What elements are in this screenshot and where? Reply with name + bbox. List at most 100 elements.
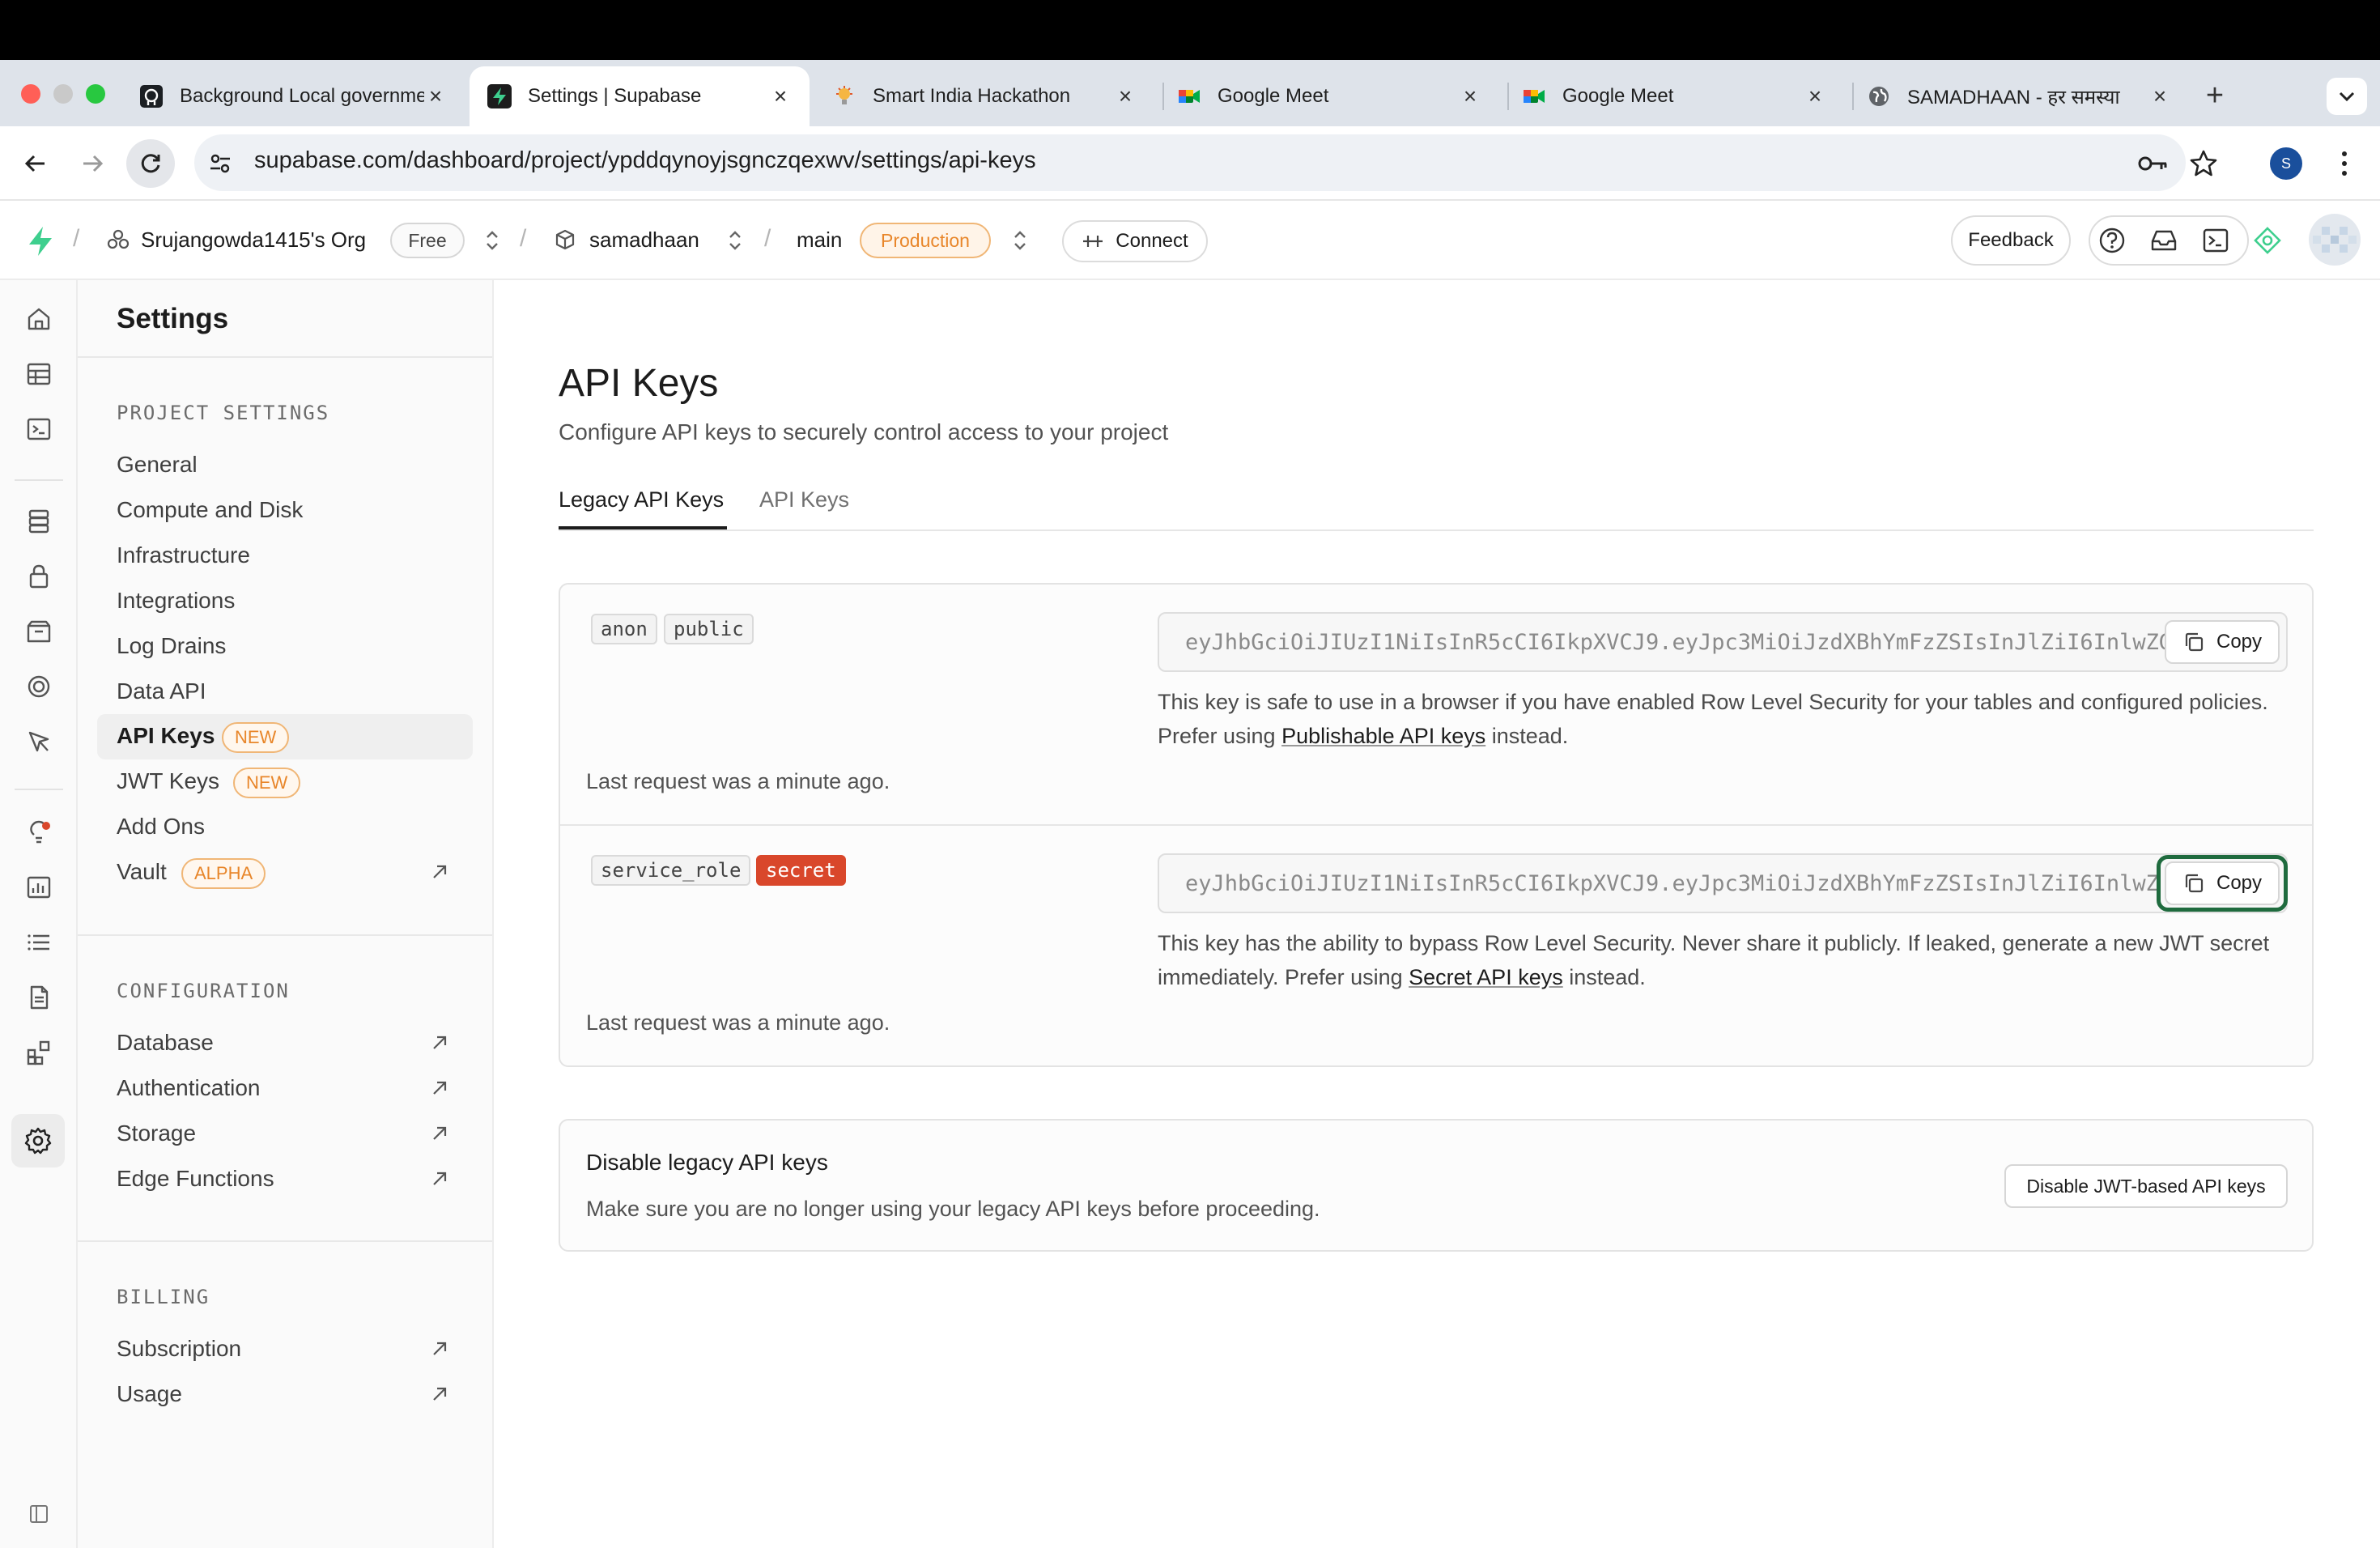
logs-list-icon[interactable] bbox=[23, 926, 55, 959]
sidebar-item-add-ons[interactable]: Add Ons bbox=[117, 814, 205, 840]
gear-icon bbox=[24, 1127, 52, 1155]
sidebar-item-database[interactable]: Database bbox=[117, 1030, 214, 1056]
browser-tab-active[interactable]: Settings | Supabase × bbox=[470, 66, 810, 126]
sidebar-divider bbox=[78, 1240, 492, 1242]
copy-service-role-key-button[interactable]: Copy bbox=[2165, 861, 2280, 905]
sidebar-item-compute-and-disk[interactable]: Compute and Disk bbox=[117, 497, 303, 523]
org-icon bbox=[107, 228, 130, 251]
home-icon[interactable] bbox=[23, 303, 55, 335]
external-link-icon bbox=[431, 1385, 448, 1403]
tab-api-keys[interactable]: API Keys bbox=[759, 487, 849, 512]
sidebar-item-integrations[interactable]: Integrations bbox=[117, 588, 235, 614]
new-tab-button[interactable]: + bbox=[2195, 76, 2234, 115]
inbox-icon[interactable] bbox=[2148, 225, 2179, 256]
sidebar-item-authentication[interactable]: Authentication bbox=[117, 1075, 260, 1101]
close-icon[interactable]: × bbox=[2148, 83, 2171, 108]
sidebar-item-log-drains[interactable]: Log Drains bbox=[117, 633, 226, 659]
close-icon[interactable]: × bbox=[1114, 83, 1137, 108]
sidebar-item-general[interactable]: General bbox=[117, 452, 198, 478]
sidebar-item-storage[interactable]: Storage bbox=[117, 1121, 196, 1146]
external-link-icon bbox=[431, 863, 448, 881]
close-icon[interactable]: × bbox=[769, 83, 792, 108]
environment-badge: Production bbox=[860, 223, 991, 258]
sql-editor-icon[interactable] bbox=[23, 413, 55, 445]
publishable-api-keys-link[interactable]: Publishable API keys bbox=[1281, 724, 1485, 748]
back-button[interactable] bbox=[11, 139, 60, 188]
sidebar-item-data-api[interactable]: Data API bbox=[117, 678, 206, 704]
service-role-last-request: Last request was a minute ago. bbox=[586, 1010, 890, 1035]
more-menu-icon[interactable] bbox=[2335, 149, 2354, 178]
realtime-icon[interactable] bbox=[23, 670, 55, 703]
url-text[interactable]: supabase.com/dashboard/project/ypddqynoy… bbox=[254, 147, 1036, 174]
advisor-icon[interactable] bbox=[2252, 225, 2283, 256]
edge-functions-icon[interactable] bbox=[23, 725, 55, 758]
close-window-button[interactable] bbox=[21, 84, 40, 104]
tab-legacy-api-keys[interactable]: Legacy API Keys bbox=[559, 487, 724, 512]
reload-button[interactable] bbox=[126, 139, 175, 188]
sidebar-item-subscription[interactable]: Subscription bbox=[117, 1336, 241, 1362]
sidebar-item-vault[interactable]: Vault bbox=[117, 859, 167, 885]
api-docs-icon[interactable] bbox=[23, 981, 55, 1014]
database-icon[interactable] bbox=[23, 505, 55, 538]
reports-icon[interactable] bbox=[23, 871, 55, 904]
sidebar-item-infrastructure[interactable]: Infrastructure bbox=[117, 542, 250, 568]
anon-key-description: This key is safe to use in a browser if … bbox=[1158, 685, 2291, 753]
browser-tab[interactable]: Smart India Hackathon × bbox=[814, 66, 1154, 126]
disable-card-title: Disable legacy API keys bbox=[586, 1150, 828, 1175]
advisors-lightbulb-icon[interactable] bbox=[23, 816, 55, 848]
copy-anon-key-button[interactable]: Copy bbox=[2165, 620, 2280, 664]
profile-avatar[interactable]: S bbox=[2270, 147, 2302, 180]
browser-tab[interactable]: SAMADHAAN - हर समस्या × bbox=[1849, 66, 2189, 126]
close-icon[interactable]: × bbox=[1459, 83, 1481, 108]
close-icon[interactable]: × bbox=[424, 83, 447, 108]
project-settings-button[interactable] bbox=[11, 1114, 65, 1167]
alpha-badge: ALPHA bbox=[181, 858, 266, 889]
description-text: instead. bbox=[1562, 965, 1646, 989]
collapse-sidebar-icon[interactable] bbox=[29, 1504, 49, 1524]
chevrons-up-down-icon[interactable] bbox=[1012, 228, 1028, 253]
tab-title: Google Meet bbox=[1562, 85, 1674, 107]
integrations-icon[interactable] bbox=[23, 1036, 55, 1069]
storage-icon[interactable] bbox=[23, 615, 55, 648]
bookmark-star-icon[interactable] bbox=[2189, 149, 2218, 178]
project-box-icon bbox=[554, 228, 576, 251]
chevrons-up-down-icon[interactable] bbox=[727, 228, 743, 253]
browser-tab[interactable]: Google Meet × bbox=[1159, 66, 1499, 126]
maximize-window-button[interactable] bbox=[86, 84, 105, 104]
branch-name[interactable]: main bbox=[797, 228, 842, 253]
forward-button[interactable] bbox=[68, 139, 117, 188]
sidebar-item-edge-functions[interactable]: Edge Functions bbox=[117, 1166, 274, 1192]
connect-label: Connect bbox=[1116, 230, 1188, 252]
browser-tab[interactable]: Google Meet × bbox=[1504, 66, 1844, 126]
browser-tab[interactable]: Background Local governme × bbox=[121, 66, 465, 126]
org-name[interactable]: Srujangowda1415's Org bbox=[141, 228, 366, 253]
tabs-divider bbox=[559, 529, 2314, 531]
secret-api-keys-link[interactable]: Secret API keys bbox=[1409, 965, 1563, 989]
tab-title: Background Local governme bbox=[180, 85, 424, 107]
chevrons-up-down-icon[interactable] bbox=[484, 228, 500, 253]
globe-icon bbox=[1867, 84, 1891, 108]
site-info-icon[interactable] bbox=[206, 149, 235, 178]
close-icon[interactable]: × bbox=[1804, 83, 1826, 108]
breadcrumb-separator: / bbox=[520, 225, 527, 252]
help-icon[interactable] bbox=[2097, 225, 2127, 256]
minimize-window-button[interactable] bbox=[53, 84, 73, 104]
sidebar-item-jwt-keys[interactable]: JWT Keys bbox=[117, 768, 219, 794]
sidebar-item-usage[interactable]: Usage bbox=[117, 1381, 182, 1407]
tab-title: Smart India Hackathon bbox=[873, 85, 1071, 107]
breadcrumb-separator: / bbox=[73, 225, 80, 252]
user-avatar[interactable] bbox=[2309, 214, 2361, 266]
feedback-button[interactable]: Feedback bbox=[1951, 215, 2071, 266]
terminal-icon[interactable] bbox=[2200, 225, 2231, 256]
external-link-icon bbox=[431, 1170, 448, 1188]
project-name[interactable]: samadhaan bbox=[589, 228, 699, 253]
connect-button[interactable]: Connect bbox=[1062, 220, 1208, 262]
copy-label: Copy bbox=[2216, 872, 2263, 894]
tab-search-button[interactable] bbox=[2327, 78, 2367, 115]
password-key-icon[interactable] bbox=[2137, 151, 2168, 176]
sidebar-divider bbox=[78, 934, 492, 936]
supabase-logo[interactable] bbox=[26, 225, 55, 257]
disable-jwt-keys-button[interactable]: Disable JWT-based API keys bbox=[2004, 1164, 2288, 1208]
auth-lock-icon[interactable] bbox=[23, 560, 55, 593]
table-editor-icon[interactable] bbox=[23, 358, 55, 390]
